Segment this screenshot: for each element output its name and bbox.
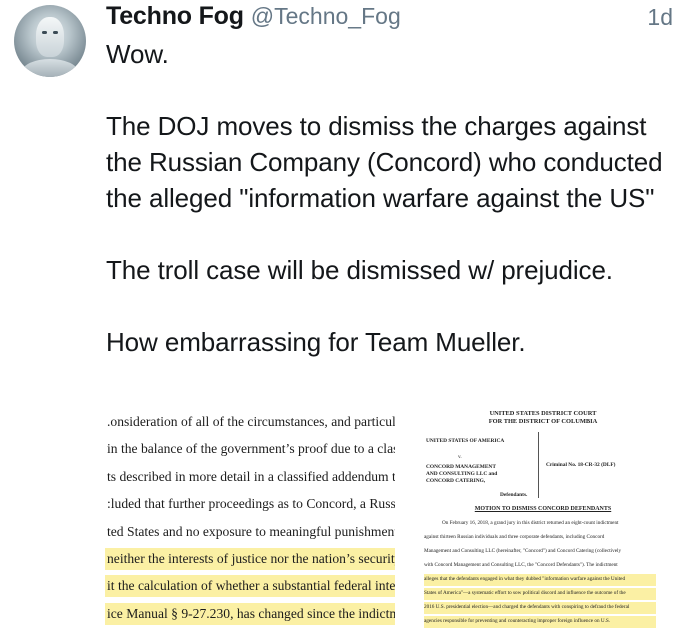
doc-line: ted States and no exposure to meaningful… — [107, 524, 395, 539]
author-handle[interactable]: @Techno_Fog — [251, 3, 401, 30]
media-image-right[interactable]: UNITED STATES DISTRICT COURT FOR THE DIS… — [418, 404, 668, 630]
case-number: Criminal No. 18-CR-32 (DLF) — [546, 462, 616, 468]
court-district: FOR THE DISTRICT OF COLUMBIA — [488, 418, 598, 425]
doc-line: .onsideration of all of the circumstance… — [107, 414, 395, 429]
defendants-label: Defendants. — [500, 492, 528, 498]
tweet-text: Wow. The DOJ moves to dismiss the charge… — [106, 39, 663, 357]
doc-line-highlighted: ice Manual § 9-27.230, has changed since… — [105, 603, 395, 625]
doc-line: with Concord Management and Consulting L… — [424, 562, 618, 568]
motion-title: MOTION TO DISMISS CONCORD DEFENDANTS — [474, 506, 612, 512]
author-name[interactable]: Techno Fog — [106, 2, 244, 31]
doc-line: against thirteen Russian individuals and… — [424, 534, 605, 540]
doc-line: Management and Consulting LLC (hereinaft… — [424, 548, 622, 554]
defendant-line-2: AND CONSULTING LLC and — [426, 471, 498, 477]
defendant-line-1: CONCORD MANAGEMENT — [426, 464, 496, 470]
avatar-face — [36, 17, 64, 57]
media-image-left[interactable]: .onsideration of all of the circumstance… — [105, 404, 395, 630]
doc-line: ts described in more detail in a classif… — [107, 469, 395, 484]
doc-line-highlighted: agencies responsible for preventing and … — [424, 616, 656, 628]
caption-bracket — [538, 432, 539, 498]
avatar-shoulders — [22, 59, 78, 77]
defendant-line-3: CONCORD CATERING, — [426, 478, 486, 484]
doc-line-highlighted: neither the interests of justice nor the… — [105, 548, 395, 570]
tweet-timestamp[interactable]: 1d — [647, 4, 673, 31]
plaintiff: UNITED STATES OF AMERICA — [426, 438, 505, 444]
doc-line: On February 16, 2018, a grand jury in th… — [442, 520, 619, 526]
versus: v. — [458, 454, 462, 460]
doc-line-highlighted: alleges that the defendants engaged in w… — [424, 574, 656, 586]
doc-line: in the balance of the government’s proof… — [107, 441, 395, 456]
avatar-eye-right — [53, 31, 58, 34]
robot-avatar-icon[interactable] — [14, 5, 86, 77]
tweet-header: Techno Fog @Techno_Fog — [106, 2, 401, 34]
doc-line-highlighted: 2016 U.S. presidential election—and char… — [424, 602, 656, 614]
avatar-eye-left — [42, 31, 47, 34]
doc-line-highlighted: States of America"—a systematic effort t… — [424, 588, 656, 600]
doc-line-highlighted: it the calculation of whether a substant… — [105, 575, 395, 597]
court-heading: UNITED STATES DISTRICT COURT FOR THE DIS… — [418, 410, 668, 426]
court-name: UNITED STATES DISTRICT COURT — [489, 410, 597, 417]
doc-line: :luded that further proceedings as to Co… — [107, 496, 395, 511]
